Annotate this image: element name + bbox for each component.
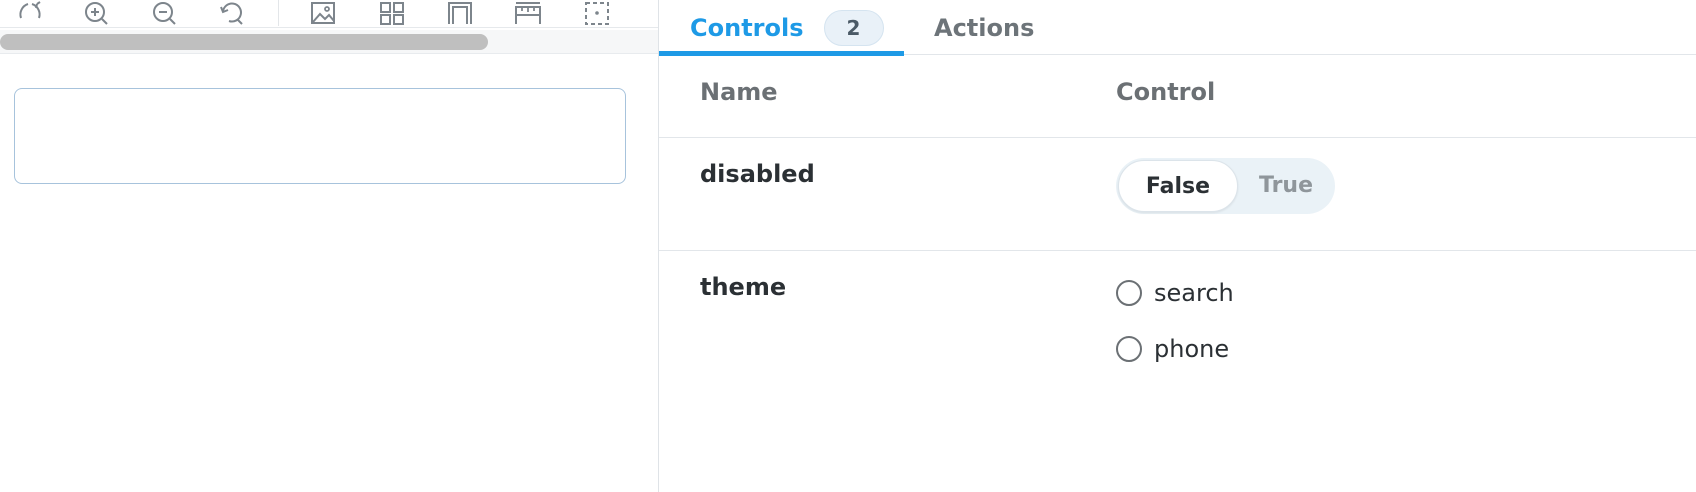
controls-table-header: Name Control (659, 56, 1696, 138)
radio-button[interactable] (1116, 336, 1142, 362)
column-header-name: Name (700, 78, 778, 106)
rotate-icon[interactable] (15, 0, 45, 28)
tab-actions[interactable]: Actions (934, 0, 1034, 55)
preview-toolbar (0, 0, 658, 28)
tab-actions-label: Actions (934, 13, 1035, 42)
zoom-in-icon[interactable] (82, 0, 112, 28)
grid-icon[interactable] (377, 0, 407, 28)
boolean-toggle[interactable]: False True (1116, 158, 1335, 214)
viewport-icon[interactable] (582, 0, 612, 28)
preview-text-input[interactable] (14, 88, 626, 184)
prop-name-theme: theme (700, 273, 787, 301)
table-row: theme search phone (659, 251, 1696, 492)
image-background-icon[interactable] (308, 0, 338, 28)
horizontal-scrollbar[interactable] (0, 30, 658, 54)
reset-zoom-icon[interactable] (217, 0, 247, 28)
preview-pane (0, 0, 658, 492)
zoom-out-icon[interactable] (150, 0, 180, 28)
addons-panel: Controls 2 Actions Name Control disabled… (659, 0, 1696, 492)
measure-icon[interactable] (513, 0, 543, 28)
controls-count-badge: 2 (823, 9, 884, 46)
tab-controls-label: Controls (690, 13, 804, 42)
addons-tabs: Controls 2 Actions (659, 0, 1696, 56)
toggle-option-false[interactable]: False (1118, 160, 1238, 212)
scrollbar-thumb[interactable] (0, 34, 488, 50)
radio-option-search[interactable]: search (1116, 276, 1234, 310)
radio-label-search: search (1154, 279, 1234, 307)
prop-name-disabled: disabled (700, 160, 815, 188)
column-header-control: Control (1116, 78, 1216, 106)
radio-button[interactable] (1116, 280, 1142, 306)
tab-controls[interactable]: Controls 2 (659, 0, 904, 56)
toggle-option-true[interactable]: True (1240, 160, 1332, 212)
toolbar-divider (278, 0, 279, 26)
radio-option-phone[interactable]: phone (1116, 332, 1229, 366)
outline-icon[interactable] (445, 0, 475, 28)
table-row: disabled False True (659, 138, 1696, 251)
radio-label-phone: phone (1154, 335, 1230, 363)
